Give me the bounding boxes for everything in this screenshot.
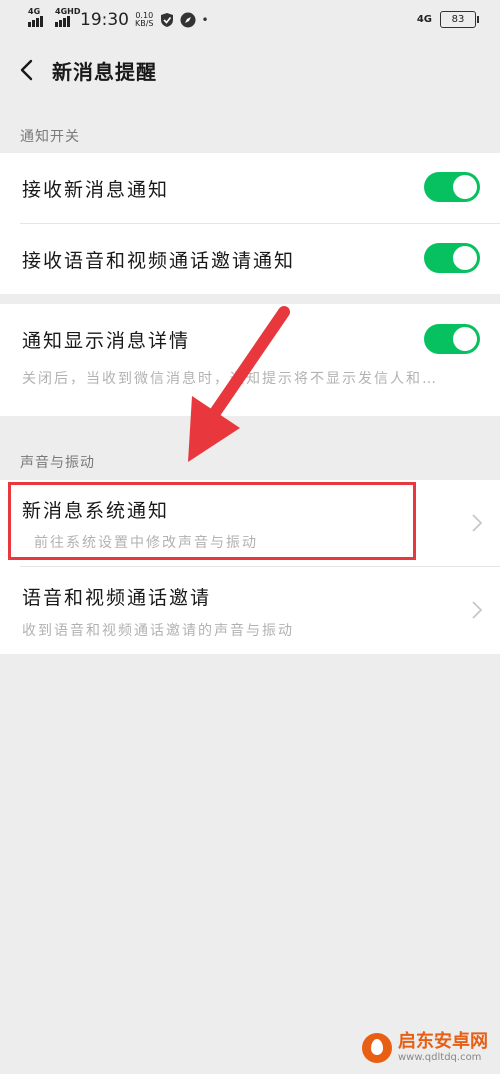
- watermark-logo-icon: [362, 1033, 392, 1063]
- nav-bar: 新消息提醒: [0, 44, 500, 96]
- row-call-invite-sound[interactable]: 语音和视频通话邀请 收到语音和视频通话邀请的声音与振动: [0, 567, 500, 654]
- signal-icon-2: 4GHD: [55, 7, 80, 27]
- watermark-url: www.qdltdq.com: [398, 1052, 482, 1063]
- toggle-receive-new-msg[interactable]: [424, 172, 480, 202]
- status-bar: 4G 4GHD 19:30 0.10 KB/S • 4G 83: [0, 0, 500, 40]
- chevron-right-icon: [472, 514, 482, 532]
- page-title: 新消息提醒: [52, 60, 157, 84]
- row-title-call-invite-sound: 语音和视频通话邀请: [22, 587, 212, 609]
- compass-icon: [180, 12, 196, 28]
- watermark-text: 启东安卓网 www.qdltdq.com: [398, 1032, 488, 1064]
- row-title-receive-new-msg: 接收新消息通知: [22, 179, 170, 201]
- notify-switch-group: 接收新消息通知 接收语音和视频通话邀请通知: [0, 153, 500, 294]
- row-subtitle-call-invite-sound: 收到语音和视频通话邀请的声音与振动: [22, 623, 294, 639]
- clock: 19:30: [80, 10, 129, 30]
- toggle-receive-call-invite[interactable]: [424, 243, 480, 273]
- toggle-show-details[interactable]: [424, 324, 480, 354]
- signal-icon: 4G: [28, 7, 43, 27]
- row-receive-call-invite[interactable]: 接收语音和视频通话邀请通知: [0, 224, 500, 294]
- chevron-right-icon: [472, 601, 482, 619]
- highlight-box: [8, 482, 416, 560]
- network-type: 4G: [416, 14, 432, 25]
- row-receive-new-msg[interactable]: 接收新消息通知: [0, 153, 500, 223]
- status-right: 4G 83: [416, 11, 479, 28]
- signal-label-2: 4GHD: [55, 7, 81, 16]
- status-left: 4G 4GHD 19:30 0.10 KB/S •: [28, 7, 209, 30]
- more-dots-icon: •: [201, 13, 209, 27]
- net-speed: 0.10 KB/S: [135, 12, 154, 28]
- row-title-receive-call-invite: 接收语音和视频通话邀请通知: [22, 250, 296, 272]
- details-group: 通知显示消息详情 关闭后，当收到微信消息时，通知提示将不显示发信人和…: [0, 304, 500, 416]
- row-show-details[interactable]: 通知显示消息详情 关闭后，当收到微信消息时，通知提示将不显示发信人和…: [0, 304, 500, 416]
- battery-icon: 83: [440, 11, 479, 28]
- signal-label: 4G: [28, 7, 41, 16]
- row-title-show-details: 通知显示消息详情: [22, 330, 191, 352]
- shield-icon: [160, 13, 173, 27]
- section-label-sound: 声音与振动: [20, 455, 95, 471]
- section-label-notify: 通知开关: [20, 129, 80, 145]
- net-speed-unit: KB/S: [135, 19, 154, 28]
- watermark-name: 启东安卓网: [398, 1031, 488, 1052]
- back-chevron-icon[interactable]: [16, 58, 40, 82]
- row-subtitle-show-details: 关闭后，当收到微信消息时，通知提示将不显示发信人和…: [22, 371, 438, 387]
- watermark: 启东安卓网 www.qdltdq.com: [362, 1032, 488, 1064]
